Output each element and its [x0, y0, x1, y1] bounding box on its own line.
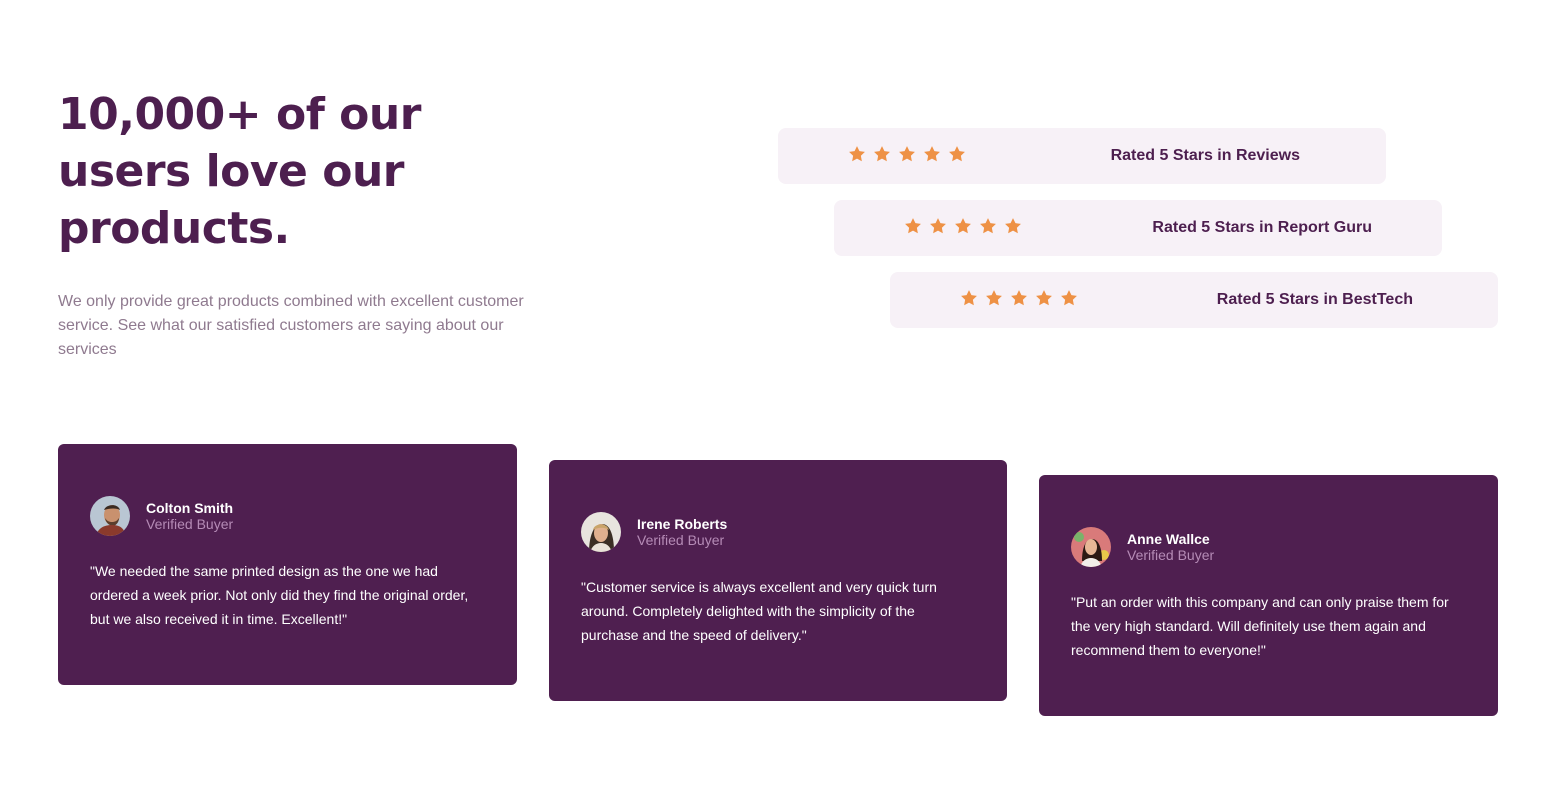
star-icon [986, 290, 1002, 306]
star-rating [848, 145, 966, 167]
rating-label: Rated 5 Stars in Report Guru [1152, 219, 1372, 236]
star-icon [955, 218, 971, 234]
star-icon [1011, 290, 1027, 306]
avatar [90, 496, 130, 536]
star-icon [1036, 290, 1052, 306]
avatar-anne-image [1071, 527, 1111, 567]
reviewer-role: Verified Buyer [1127, 547, 1215, 563]
testimonial-quote: "Customer service is always excellent an… [581, 579, 937, 643]
testimonial-card-anne: Anne Wallce Verified Buyer "Put an order… [1039, 475, 1498, 716]
reviewer-name: Colton Smith [146, 500, 234, 516]
intro-text: We only provide great products combined … [58, 293, 524, 358]
testimonial-quote: "Put an order with this company and can … [1071, 594, 1449, 658]
page-headline: 10,000+ of our users love our products. [58, 89, 421, 254]
reviewer-role: Verified Buyer [637, 532, 725, 548]
rating-report-guru: Rated 5 Stars in Report Guru [834, 200, 1442, 256]
avatar [1071, 527, 1111, 567]
reviewer-name: Irene Roberts [637, 516, 728, 532]
reviewer-name: Anne Wallce [1127, 531, 1210, 547]
star-rating [904, 217, 1022, 239]
star-icon [924, 146, 940, 162]
rating-reviews: Rated 5 Stars in Reviews [778, 128, 1386, 184]
star-icon [949, 146, 965, 162]
rating-label: Rated 5 Stars in Reviews [1110, 147, 1300, 164]
avatar [581, 512, 621, 552]
avatar-irene-image [581, 512, 621, 552]
star-icon [899, 146, 915, 162]
testimonial-card-colton: Colton Smith Verified Buyer "We needed t… [58, 444, 517, 685]
star-icon [1005, 218, 1021, 234]
star-icon [980, 218, 996, 234]
reviewer-role: Verified Buyer [146, 516, 234, 532]
testimonial-card-irene: Irene Roberts Verified Buyer "Customer s… [549, 460, 1007, 701]
testimonial-quote: "We needed the same printed design as th… [90, 563, 469, 627]
rating-label: Rated 5 Stars in BestTech [1216, 291, 1413, 308]
star-icon [905, 218, 921, 234]
avatar-colton-image [90, 496, 130, 536]
star-icon [930, 218, 946, 234]
star-icon [1061, 290, 1077, 306]
star-icon [961, 290, 977, 306]
rating-besttech: Rated 5 Stars in BestTech [890, 272, 1498, 328]
star-icon [849, 146, 865, 162]
star-icon [874, 146, 890, 162]
star-rating [960, 289, 1078, 311]
